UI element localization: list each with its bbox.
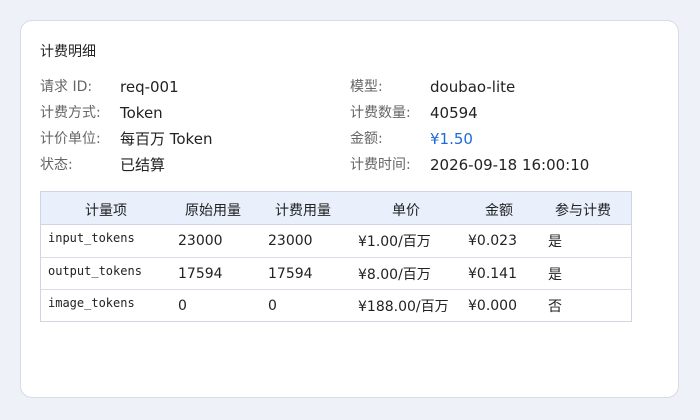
billed-usage-cell: 17594 [268,265,313,282]
column-header-amount: 金额 [485,203,513,219]
model-value: doubao-lite [430,78,516,96]
pricing-unit-label: 计价单位: [40,131,101,147]
billing-info-grid: 请求 ID: req-001 模型: doubao-lite 计费方式: Tok… [40,75,640,179]
amount-cell: ¥0.141 [468,265,517,282]
column-header-unit-price: 单价 [392,203,420,219]
amount-cell: ¥0.000 [468,297,517,314]
amount-cell: ¥0.023 [468,233,517,249]
table-row: input_tokens 23000 23000 ¥1.00/百万 ¥0.023… [41,225,631,257]
billing-time-label: 计费时间: [350,157,411,173]
table-row: output_tokens 17594 17594 ¥8.00/百万 ¥0.14… [41,257,631,289]
billing-quantity-value: 40594 [430,104,478,122]
billing-detail-card: 计费明细 请求 ID: req-001 模型: doubao-lite 计费方式… [20,20,679,398]
billing-method-value: Token [120,104,163,122]
billed-usage-cell: 23000 [268,233,313,249]
raw-usage-cell: 23000 [178,233,223,249]
meter-item-cell: image_tokens [48,296,135,310]
info-row: 计费方式: Token 计费数量: 40594 [40,101,640,127]
table-header-row: 计量项 原始用量 计费用量 单价 金额 参与计费 [41,192,631,225]
billable-cell: 是 [548,266,562,283]
model-label: 模型: [350,79,383,95]
meter-item-cell: output_tokens [48,264,142,278]
usage-table: 计量项 原始用量 计费用量 单价 金额 参与计费 input_tokens 23… [40,191,632,322]
unit-price-cell: ¥188.00/百万 [358,298,449,315]
billing-method-label: 计费方式: [40,105,101,121]
status-label: 状态: [40,157,73,173]
column-header-billable: 参与计费 [555,203,611,219]
info-row: 状态: 已结算 计费时间: 2026-09-18 16:00:10 [40,153,640,179]
billing-time-value: 2026-09-18 16:00:10 [430,156,590,174]
request-id-label: 请求 ID: [40,79,93,95]
column-header-raw-usage: 原始用量 [185,203,241,219]
raw-usage-cell: 0 [178,297,187,314]
request-id-value: req-001 [120,78,179,96]
column-header-meter-item: 计量项 [85,203,127,219]
amount-value: ¥1.50 [430,130,473,148]
info-row: 计价单位: 每百万 Token 金额: ¥1.50 [40,127,640,153]
raw-usage-cell: 17594 [178,265,223,282]
column-header-billed-usage: 计费用量 [275,203,331,219]
billable-cell: 是 [548,234,562,250]
panel-title: 计费明细 [40,44,96,60]
amount-label: 金额: [350,131,383,147]
unit-price-cell: ¥8.00/百万 [358,266,431,283]
pricing-unit-value: 每百万 Token [120,130,213,148]
billed-usage-cell: 0 [268,297,277,314]
meter-item-cell: input_tokens [48,231,135,245]
billable-cell: 否 [548,298,562,315]
status-value: 已结算 [120,156,166,174]
info-row: 请求 ID: req-001 模型: doubao-lite [40,75,640,101]
unit-price-cell: ¥1.00/百万 [358,234,431,250]
billing-quantity-label: 计费数量: [350,105,411,121]
table-row: image_tokens 0 0 ¥188.00/百万 ¥0.000 否 [41,289,631,321]
